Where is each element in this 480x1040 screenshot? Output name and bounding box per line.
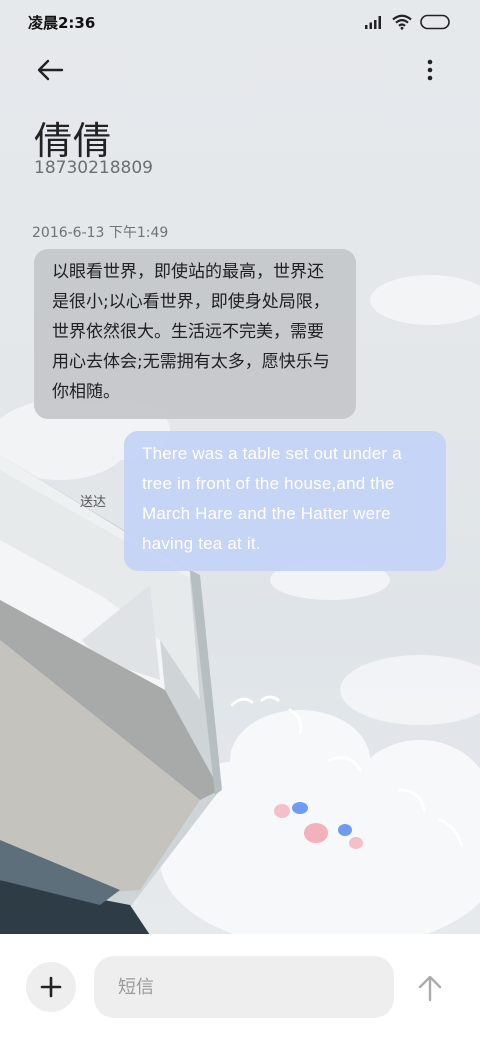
incoming-message-bubble[interactable]: 以眼看世界，即使站的最高，世界还是很小;以心看世界，即使身处局限，世界依然很大。…	[34, 249, 356, 419]
arrow-left-icon	[37, 59, 64, 81]
status-bar: 凌晨2:36	[0, 0, 480, 44]
delivery-status: 送达	[80, 495, 107, 510]
status-icons	[364, 14, 452, 30]
more-vertical-icon	[427, 59, 433, 81]
conversation-header	[0, 44, 480, 94]
add-attachment-button[interactable]	[26, 962, 76, 1012]
wifi-icon	[392, 14, 412, 30]
message-timestamp: 2016-6-13 下午1:49	[32, 225, 169, 241]
contact-name: 倩倩	[34, 119, 113, 163]
arrow-up-icon	[418, 975, 442, 1002]
plus-icon	[40, 976, 62, 998]
contact-phone-number: 18730218809	[34, 158, 153, 178]
message-composer	[0, 934, 480, 1040]
more-options-button[interactable]	[410, 50, 450, 90]
status-time: 凌晨2:36	[28, 13, 96, 32]
send-button[interactable]	[410, 966, 450, 1010]
message-input[interactable]	[94, 956, 394, 1018]
battery-icon	[420, 14, 450, 30]
outgoing-message-bubble[interactable]: There was a table set out under a tree i…	[124, 431, 446, 571]
signal-icon	[365, 16, 381, 29]
back-button[interactable]	[30, 50, 70, 90]
